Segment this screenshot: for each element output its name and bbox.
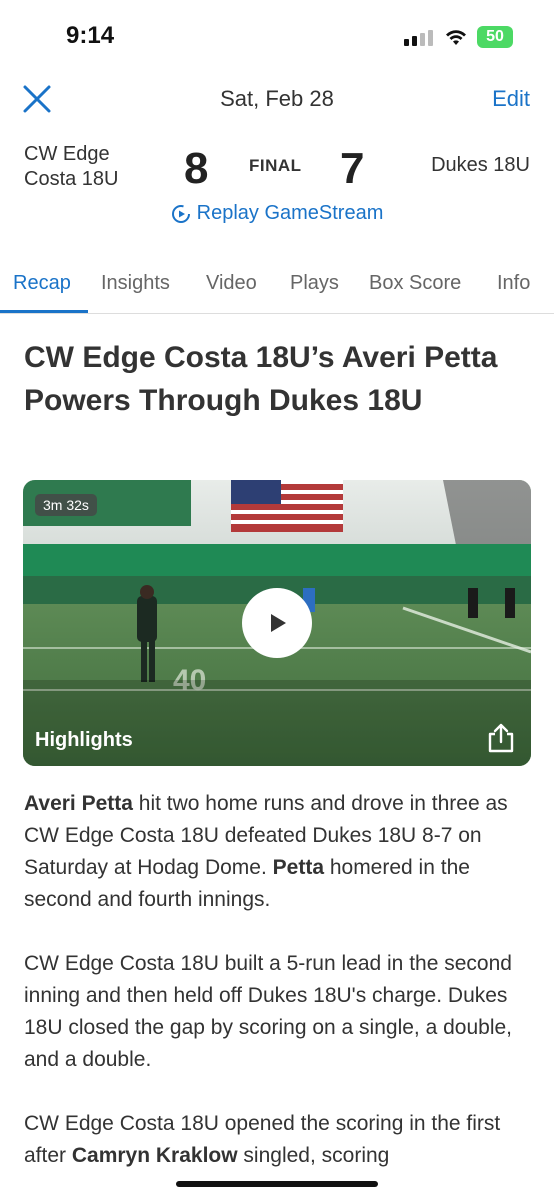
wifi-icon [446, 30, 466, 45]
replay-label: Replay GameStream [196, 202, 384, 224]
tab-bar: Recap Insights Video Plays Box Score Inf… [0, 268, 554, 314]
share-icon[interactable] [485, 722, 517, 754]
away-score: 7 [340, 144, 365, 193]
home-team-line2: Costa 18U [24, 168, 119, 190]
cellular-signal-icon [404, 30, 433, 46]
top-nav: Sat, Feb 28 Edit [0, 78, 554, 122]
recap-paragraph: CW Edge Costa 18U opened the scoring in … [24, 1112, 501, 1167]
home-indicator[interactable] [176, 1181, 378, 1187]
highlights-video[interactable]: 40 3m 32s Highlights [23, 480, 531, 766]
player-name[interactable]: Camryn Kraklow [72, 1144, 238, 1167]
edit-button[interactable]: Edit [492, 86, 530, 112]
tab-info[interactable]: Info [497, 272, 530, 295]
home-team-line1: CW Edge [24, 143, 110, 165]
game-date: Sat, Feb 28 [220, 86, 334, 111]
video-title: Highlights [35, 729, 133, 751]
status-time: 9:14 [66, 22, 115, 49]
tab-video[interactable]: Video [206, 272, 257, 295]
recap-body: Averi Petta hit two home runs and drove … [24, 788, 530, 1200]
scoreboard: CW Edge Costa 18U 8 FINAL 7 Dukes 18U [0, 138, 554, 198]
home-score: 8 [184, 144, 209, 193]
recap-headline: CW Edge Costa 18U’s Averi Petta Powers T… [24, 341, 498, 417]
replay-gamestream-link[interactable]: Replay GameStream [0, 202, 554, 230]
tab-insights[interactable]: Insights [101, 272, 170, 295]
recap-paragraph: CW Edge Costa 18U built a 5-run lead in … [24, 952, 512, 1071]
tab-recap[interactable]: Recap [13, 272, 71, 295]
away-team-name[interactable]: Dukes 18U [431, 154, 530, 177]
play-icon [271, 614, 286, 632]
game-status: FINAL [249, 156, 302, 175]
recap-paragraph: Averi Petta hit two home runs and drove … [24, 792, 508, 911]
tab-box-score[interactable]: Box Score [369, 272, 461, 295]
home-team-name[interactable]: CW Edge Costa 18U [24, 142, 119, 192]
video-duration: 3m 32s [35, 494, 97, 516]
player-name[interactable]: Averi Petta [24, 792, 133, 815]
player-name[interactable]: Petta [273, 856, 324, 879]
replay-icon [171, 204, 190, 223]
play-button[interactable] [242, 588, 312, 658]
tab-plays[interactable]: Plays [290, 272, 339, 295]
battery-indicator: 50 [477, 26, 513, 48]
status-bar: 9:14 50 [0, 0, 554, 70]
active-tab-indicator [0, 310, 88, 313]
